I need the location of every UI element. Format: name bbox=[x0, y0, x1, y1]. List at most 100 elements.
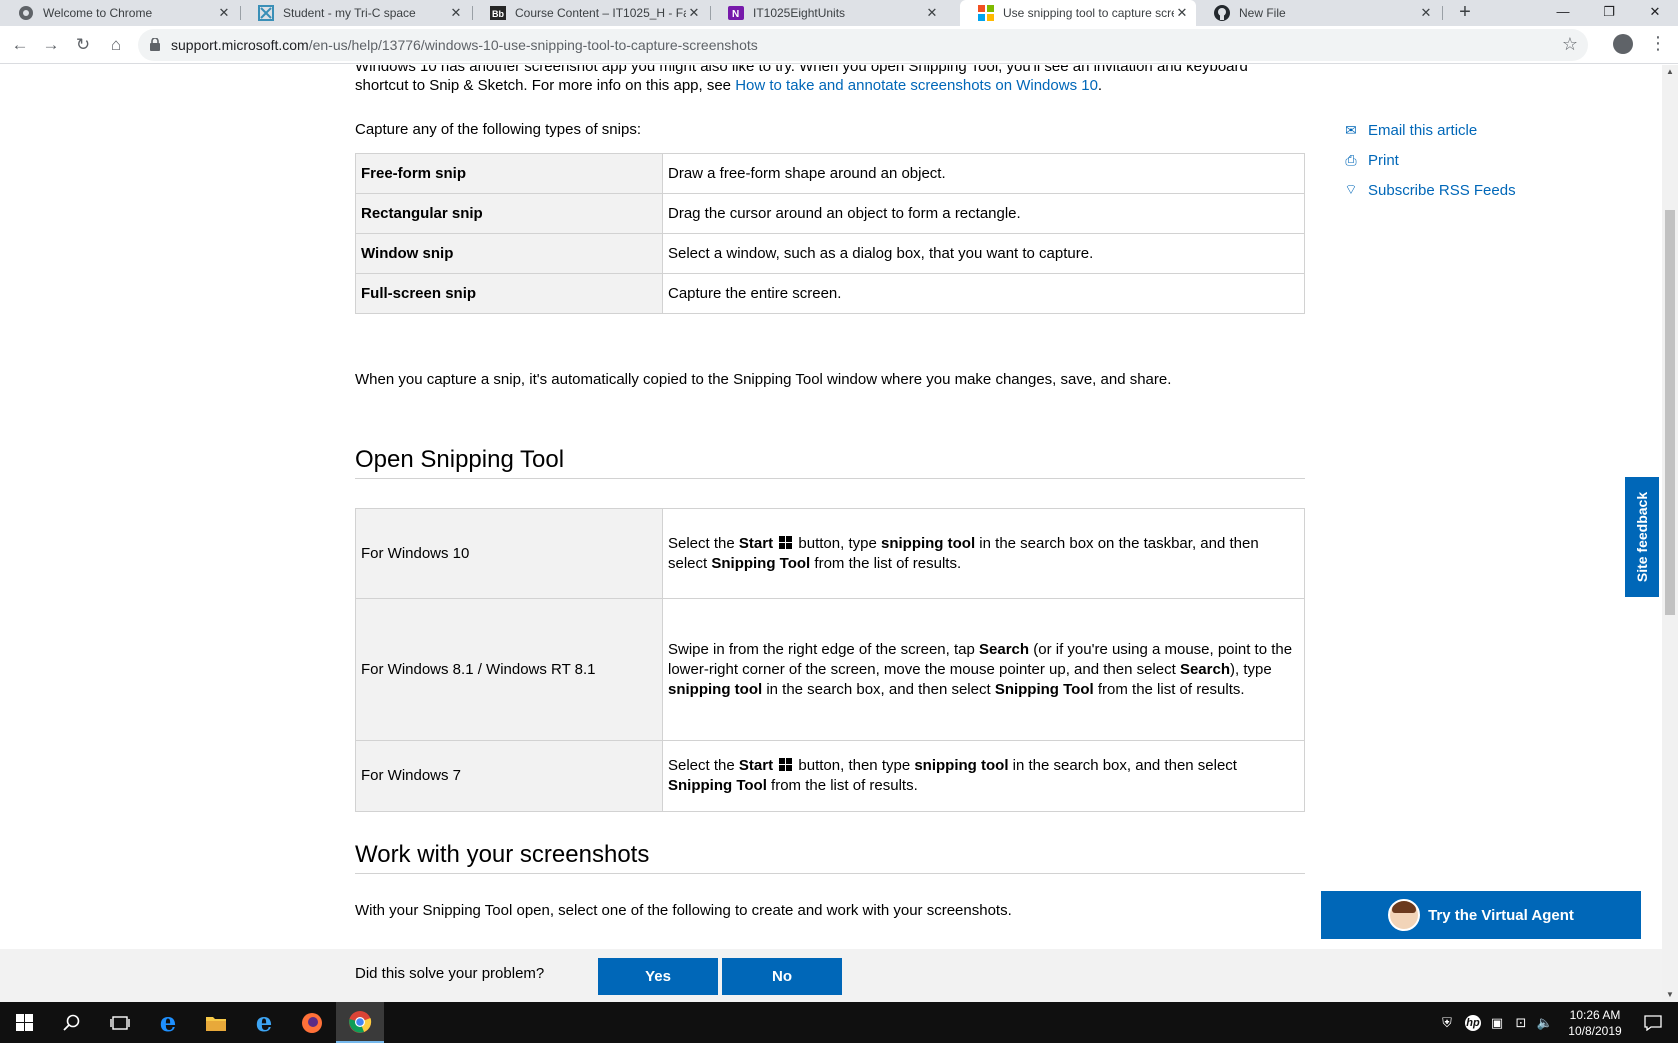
table-row: For Windows 7 Select the Start button, t… bbox=[355, 740, 1305, 812]
volume-icon[interactable]: 🔈 bbox=[1534, 1002, 1556, 1043]
table-row: Rectangular snip Drag the cursor around … bbox=[355, 193, 1305, 234]
table-row: Window snip Select a window, such as a d… bbox=[355, 233, 1305, 274]
home-button[interactable]: ⌂ bbox=[104, 33, 128, 57]
rss-link[interactable]: ⌔ Subscribe RSS Feeds bbox=[1340, 175, 1515, 205]
onenote-icon: N bbox=[728, 5, 744, 21]
tray-shield-icon[interactable]: ⛨ bbox=[1436, 1002, 1458, 1043]
capture-intro: Capture any of the following types of sn… bbox=[355, 121, 641, 138]
tab-new-file[interactable]: New File ✕ bbox=[1196, 0, 1440, 26]
after-snip-text: When you capture a snip, it's automatica… bbox=[355, 371, 1172, 388]
tab-welcome[interactable]: Welcome to Chrome ✕ bbox=[0, 0, 238, 26]
table-row: For Windows 8.1 / Windows RT 8.1 Swipe i… bbox=[355, 598, 1305, 741]
close-tab-icon[interactable]: ✕ bbox=[924, 5, 940, 21]
menu-kebab-icon[interactable]: ⋮ bbox=[1648, 33, 1668, 55]
feedback-question: Did this solve your problem? bbox=[355, 965, 545, 982]
bookmark-star-icon[interactable]: ☆ bbox=[1562, 34, 1578, 55]
tab-strip: Welcome to Chrome ✕ Student - my Tri-C s… bbox=[0, 0, 1678, 26]
article-actions: ✉ Email this article ⎙ Print ⌔ Subscribe RS… bbox=[1340, 115, 1516, 205]
blackboard-icon: Bb bbox=[490, 5, 506, 21]
yes-button[interactable]: Yes bbox=[598, 958, 718, 995]
feedback-bar: Did this solve your problem? Yes No bbox=[0, 949, 1662, 1002]
email-article-link[interactable]: ✉ Email this article bbox=[1340, 115, 1516, 145]
taskbar-firefox[interactable] bbox=[288, 1002, 336, 1043]
taskbar-internet-explorer[interactable]: e bbox=[240, 1002, 288, 1043]
svg-text:N: N bbox=[732, 9, 739, 20]
firefox-icon bbox=[302, 1012, 322, 1033]
agent-avatar bbox=[1388, 899, 1421, 931]
windows-taskbar: e e ⛨ hp ▣ ⊡ 🔈 10:26 AM 10/8/2019 bbox=[0, 1002, 1678, 1043]
tab-course-content[interactable]: Bb Course Content – IT1025_H - Fall ✕ bbox=[472, 0, 708, 26]
table-row: Free-form snip Draw a free-form shape ar… bbox=[355, 153, 1305, 194]
taskbar-edge[interactable]: e bbox=[144, 1002, 192, 1043]
open-snipping-tool-heading: Open Snipping Tool bbox=[355, 448, 1305, 479]
tab-tric[interactable]: Student - my Tri-C space ✕ bbox=[240, 0, 470, 26]
windows-81-instructions: Swipe in from the right edge of the scre… bbox=[662, 598, 1305, 741]
microsoft-icon bbox=[978, 5, 994, 21]
open-snipping-tool-table: For Windows 10 Select the Start button, … bbox=[355, 508, 1305, 812]
page-viewport: Windows 10 has another screenshot app yo… bbox=[0, 65, 1662, 1002]
tric-icon bbox=[258, 5, 274, 21]
edge-icon: e bbox=[159, 1007, 177, 1038]
rss-icon: ⌔ bbox=[1344, 181, 1358, 197]
printer-icon: ⎙ bbox=[1345, 151, 1357, 168]
search-button[interactable] bbox=[48, 1002, 96, 1043]
svg-text:Bb: Bb bbox=[492, 9, 504, 19]
new-tab-button[interactable]: + bbox=[1452, 0, 1478, 26]
search-icon bbox=[63, 1014, 80, 1031]
lock-icon bbox=[150, 38, 160, 51]
taskbar-chrome[interactable] bbox=[336, 1002, 384, 1043]
work-with-screenshots-heading: Work with your screenshots bbox=[355, 843, 1305, 874]
no-button[interactable]: No bbox=[722, 958, 842, 995]
site-feedback-button[interactable]: Site feedback bbox=[1625, 477, 1659, 597]
folder-icon bbox=[206, 1016, 226, 1031]
address-bar[interactable]: support.microsoft.com/en-us/help/13776/w… bbox=[138, 29, 1588, 61]
close-tab-icon[interactable]: ✕ bbox=[1418, 5, 1434, 21]
close-tab-icon[interactable]: ✕ bbox=[448, 5, 464, 21]
windows-10-instructions: Select the Start button, type snipping t… bbox=[662, 508, 1305, 599]
table-row: For Windows 10 Select the Start button, … bbox=[355, 508, 1305, 599]
work-intro-text: With your Snipping Tool open, select one… bbox=[355, 902, 1012, 919]
close-tab-icon[interactable]: ✕ bbox=[686, 5, 702, 21]
tab-snipping-tool[interactable]: Use snipping tool to capture scre ✕ bbox=[960, 0, 1196, 26]
windows-start-icon bbox=[15, 1014, 33, 1031]
tray-hp-icon[interactable]: hp bbox=[1462, 1002, 1484, 1043]
back-button[interactable]: ← bbox=[8, 33, 32, 57]
snip-sketch-link[interactable]: How to take and annotate screenshots on … bbox=[735, 77, 1098, 94]
close-tab-icon[interactable]: ✕ bbox=[216, 5, 232, 21]
task-view-icon bbox=[110, 1015, 130, 1030]
restore-button[interactable]: ❐ bbox=[1586, 0, 1632, 26]
scroll-up-icon[interactable]: ▲ bbox=[1662, 65, 1678, 79]
chrome-icon bbox=[349, 1010, 372, 1033]
github-icon bbox=[1214, 5, 1230, 21]
windows-7-instructions: Select the Start button, then type snipp… bbox=[662, 740, 1305, 812]
chrome-icon bbox=[18, 5, 34, 21]
close-window-button[interactable]: ✕ bbox=[1632, 0, 1678, 26]
tray-drive-icon[interactable]: ▣ bbox=[1486, 1002, 1508, 1043]
profile-avatar-icon[interactable] bbox=[1613, 34, 1633, 54]
windows-logo-icon bbox=[779, 758, 793, 771]
print-link[interactable]: ⎙ Print bbox=[1340, 145, 1516, 175]
vertical-scrollbar[interactable]: ▲ ▼ bbox=[1662, 65, 1678, 1002]
taskbar-file-explorer[interactable] bbox=[192, 1002, 240, 1043]
network-icon[interactable]: ⊡ bbox=[1510, 1002, 1532, 1043]
forward-button[interactable]: → bbox=[39, 33, 63, 57]
internet-explorer-icon: e bbox=[255, 1007, 273, 1038]
scroll-down-icon[interactable]: ▼ bbox=[1662, 988, 1678, 1002]
url-text: support.microsoft.com/en-us/help/13776/w… bbox=[171, 37, 758, 53]
windows-logo-icon bbox=[779, 535, 793, 549]
notifications-icon[interactable] bbox=[1636, 1002, 1670, 1043]
snip-types-table: Free-form snip Draw a free-form shape ar… bbox=[355, 153, 1305, 314]
tab-onenote[interactable]: N IT1025EightUnits ✕ bbox=[710, 0, 946, 26]
minimize-button[interactable]: — bbox=[1540, 0, 1586, 26]
mail-icon: ✉ bbox=[1345, 121, 1357, 138]
table-row: Full-screen snip Capture the entire scre… bbox=[355, 273, 1305, 314]
taskbar-clock[interactable]: 10:26 AM 10/8/2019 bbox=[1560, 1007, 1630, 1039]
task-view-button[interactable] bbox=[96, 1002, 144, 1043]
virtual-agent-button[interactable]: Try the Virtual Agent bbox=[1321, 891, 1641, 939]
scroll-thumb[interactable] bbox=[1665, 210, 1675, 615]
intro-paragraph-line2: shortcut to Snip & Sketch. For more info… bbox=[355, 77, 1103, 94]
reload-button[interactable]: ↻ bbox=[71, 33, 95, 57]
browser-toolbar: ← → ↻ ⌂ support.microsoft.com/en-us/help… bbox=[0, 26, 1678, 64]
start-button[interactable] bbox=[0, 1002, 48, 1043]
close-tab-icon[interactable]: ✕ bbox=[1174, 5, 1190, 21]
